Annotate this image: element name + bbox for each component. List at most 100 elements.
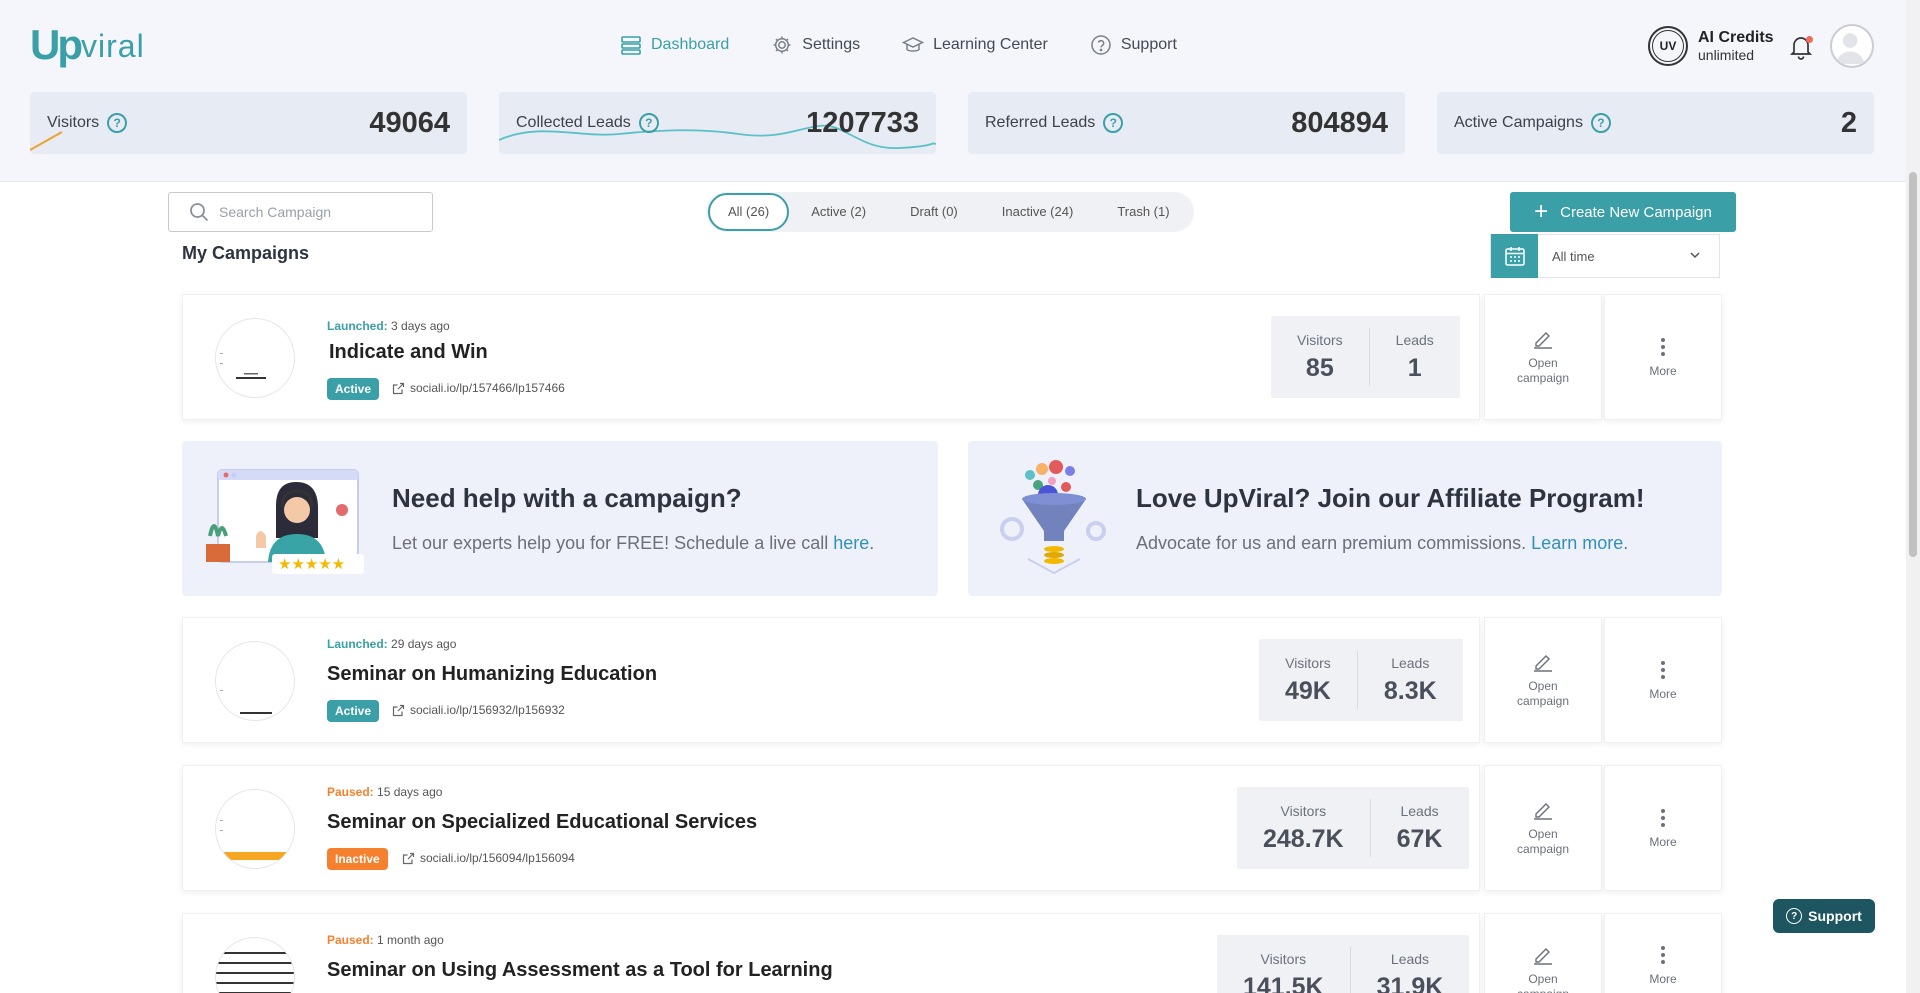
page-scrollbar[interactable] <box>1906 0 1920 993</box>
campaign-status-time: Launched: 29 days ago <box>327 637 456 651</box>
more-label: More <box>1649 686 1677 701</box>
scrollbar-thumb[interactable] <box>1909 172 1917 557</box>
more-button[interactable]: More <box>1604 765 1722 891</box>
affiliate-promo-banner: Love UpViral? Join our Affiliate Program… <box>968 441 1722 596</box>
nav-settings[interactable]: Settings <box>771 34 860 56</box>
more-button[interactable]: More <box>1604 617 1722 743</box>
campaign-metrics: Visitors 141.5K Leads 31.9K <box>1217 935 1470 993</box>
status-label: Paused: <box>327 785 374 799</box>
campaign-card-main[interactable]: Launched: 3 days ago Indicate and Win Ac… <box>182 294 1480 420</box>
status-time: 1 month ago <box>377 933 444 947</box>
dashboard-icon <box>621 36 641 55</box>
campaign-link[interactable]: sociali.io/lp/156932/lp156932 <box>392 703 565 717</box>
vertical-dots-icon <box>1661 808 1665 827</box>
svg-text:★★★★★: ★★★★★ <box>278 555 345 573</box>
metric-visitors-value: 49K <box>1285 676 1331 705</box>
campaign-title[interactable]: Seminar on Humanizing Education <box>327 663 657 686</box>
campaign-link[interactable]: sociali.io/lp/156094/lp156094 <box>402 851 575 865</box>
open-campaign-button[interactable]: Opencampaign <box>1484 617 1602 743</box>
campaign-status-time: Launched: 3 days ago <box>327 319 450 333</box>
stat-collected-leads-label: Collected Leads <box>516 114 631 131</box>
create-new-campaign-label: Create New Campaign <box>1560 203 1712 221</box>
campaign-filter-tabs: All (26) Active (2) Draft (0) Inactive (… <box>706 192 1194 232</box>
search-placeholder: Search Campaign <box>219 204 332 220</box>
metric-visitors: Visitors 49K <box>1259 651 1357 709</box>
metric-leads: Leads 1 <box>1368 328 1460 386</box>
learn-more-link[interactable]: Learn more <box>1531 533 1623 553</box>
open-campaign-label: Opencampaign <box>1517 972 1569 993</box>
tab-all[interactable]: All (26) <box>708 193 790 231</box>
campaign-card: Paused: 1 month ago Seminar on Using Ass… <box>182 913 1722 993</box>
upviral-logo[interactable]: Up viral <box>30 24 145 66</box>
nav-learning-center[interactable]: Learning Center <box>902 34 1048 56</box>
help-icon[interactable]: ? <box>638 113 659 133</box>
metric-leads-value: 31.9K <box>1376 972 1444 993</box>
campaign-card-main[interactable]: Paused: 15 days ago Seminar on Specializ… <box>182 765 1480 891</box>
more-label: More <box>1649 834 1677 849</box>
campaign-card-main[interactable]: Paused: 1 month ago Seminar on Using Ass… <box>182 913 1480 993</box>
schedule-call-link[interactable]: here <box>833 533 869 553</box>
metric-visitors: Visitors 85 <box>1271 328 1369 386</box>
search-input[interactable]: Search Campaign <box>168 192 433 232</box>
campaign-thumbnail <box>215 789 295 869</box>
nav-dashboard-label: Dashboard <box>651 36 730 53</box>
pencil-icon <box>1534 655 1552 672</box>
status-label: Launched: <box>327 637 388 651</box>
stat-referred-leads-label-wrap: Referred Leads ? <box>985 113 1124 133</box>
stat-collected-leads-value: 1207733 <box>806 106 919 139</box>
tab-inactive[interactable]: Inactive (24) <box>980 193 1096 231</box>
nav-support[interactable]: Support <box>1090 34 1177 56</box>
support-widget-button[interactable]: ? Support <box>1773 899 1875 933</box>
status-badge: Active <box>327 378 380 400</box>
more-label: More <box>1649 363 1677 378</box>
open-campaign-label: Opencampaign <box>1516 679 1570 708</box>
pencil-icon <box>1534 332 1552 349</box>
metric-leads: Leads 31.9K <box>1349 947 1470 993</box>
campaign-card-main[interactable]: Launched: 29 days ago Seminar on Humaniz… <box>182 617 1480 743</box>
stat-referred-leads: Referred Leads ? 804894 <box>968 92 1405 154</box>
campaign-metrics: Visitors 85 Leads 1 <box>1271 316 1460 398</box>
support-agent-illustration: ★★★★★ <box>206 469 364 574</box>
help-icon[interactable]: ? <box>1590 113 1611 133</box>
campaign-card: Launched: 3 days ago Indicate and Win Ac… <box>182 294 1722 420</box>
open-campaign-button[interactable]: Opencampaign <box>1484 765 1602 891</box>
stat-active-campaigns-label-wrap: Active Campaigns ? <box>1454 113 1611 133</box>
external-link-icon <box>392 382 405 394</box>
metric-leads-value: 67K <box>1396 824 1443 853</box>
create-new-campaign-button[interactable]: + Create New Campaign <box>1510 192 1736 232</box>
tab-draft[interactable]: Draft (0) <box>888 193 980 231</box>
campaign-title[interactable]: Seminar on Specialized Educational Servi… <box>327 811 757 834</box>
tab-active[interactable]: Active (2) <box>789 193 888 231</box>
campaign-title[interactable]: Indicate and Win <box>329 341 488 364</box>
nav-dashboard[interactable]: Dashboard <box>620 34 729 56</box>
gear-icon <box>773 36 791 54</box>
external-link-icon <box>392 704 405 716</box>
campaign-link[interactable]: sociali.io/lp/157466/lp157466 <box>392 381 565 395</box>
date-range-value: All time <box>1552 248 1595 264</box>
stat-referred-leads-label: Referred Leads <box>985 114 1096 131</box>
avatar[interactable] <box>1830 24 1874 68</box>
help-promo-text: Let our experts help you for FREE! Sched… <box>392 533 875 553</box>
notification-dot <box>1806 36 1813 43</box>
open-campaign-button[interactable]: Opencampaign <box>1484 913 1602 993</box>
campaign-thumbnail <box>215 937 295 993</box>
more-button[interactable]: More <box>1604 913 1722 993</box>
ai-credits[interactable]: UV AI Credits unlimited <box>1648 26 1774 66</box>
credits-title: AI Credits <box>1698 29 1774 46</box>
date-range-select[interactable]: All time <box>1490 234 1720 278</box>
campaign-metrics: Visitors 49K Leads 8.3K <box>1259 639 1463 721</box>
open-campaign-button[interactable]: Opencampaign <box>1484 294 1602 420</box>
campaign-link-text: sociali.io/lp/157466/lp157466 <box>410 381 565 395</box>
campaign-thumbnail <box>215 318 295 398</box>
more-button[interactable]: More <box>1604 294 1722 420</box>
logo-up-text: Up <box>30 21 83 68</box>
help-icon[interactable]: ? <box>1103 113 1124 133</box>
stat-active-campaigns-value: 2 <box>1840 106 1857 139</box>
affiliate-promo-title: Love UpViral? Join our Affiliate Program… <box>1136 483 1645 513</box>
help-icon[interactable]: ? <box>107 113 128 133</box>
tab-trash[interactable]: Trash (1) <box>1095 193 1191 231</box>
vertical-dots-icon <box>1661 946 1665 964</box>
credits-value: unlimited <box>1698 47 1755 63</box>
metric-visitors-value: 248.7K <box>1263 824 1344 853</box>
campaign-title[interactable]: Seminar on Using Assessment as a Tool fo… <box>327 959 833 982</box>
